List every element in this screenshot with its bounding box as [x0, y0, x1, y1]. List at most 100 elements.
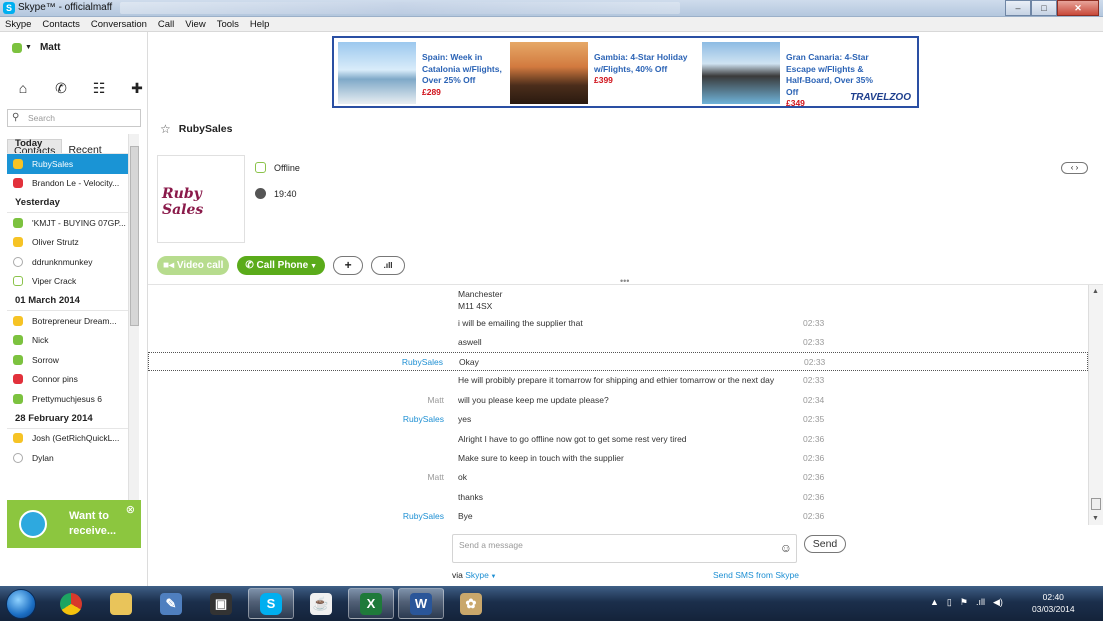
taskbar-clock[interactable]: 02:40 03/03/2014: [1032, 591, 1075, 615]
message-time: 02:33: [803, 337, 825, 347]
close-button[interactable]: ✕: [1057, 0, 1099, 16]
message-row[interactable]: Matt ok 02:36: [148, 468, 1088, 487]
contact-item[interactable]: Brandon Le - Velocity...: [7, 174, 128, 194]
scroll-down-icon[interactable]: ▼: [1092, 515, 1099, 522]
scroll-up-icon[interactable]: ▲: [1092, 288, 1099, 295]
message-row[interactable]: aswell 02:33: [148, 333, 1088, 352]
skype-taskbar-button[interactable]: S: [248, 588, 294, 619]
flag-icon[interactable]: ⚑: [960, 597, 968, 608]
message-row[interactable]: Matt will you please keep me update pleas…: [148, 391, 1088, 410]
word-taskbar-button[interactable]: W: [398, 588, 444, 619]
paint-taskbar-button[interactable]: ✎: [148, 588, 194, 619]
message-time: 02:36: [803, 453, 825, 463]
ad-image: [510, 42, 588, 104]
message-text: i will be emailing the supplier that: [458, 318, 583, 328]
contact-item[interactable]: Botrepreneur Dream...: [7, 311, 128, 331]
unknown-status-icon: [13, 452, 23, 463]
search-input[interactable]: ⚲ Search: [7, 109, 141, 127]
chat-scrollbar[interactable]: ▲ ▼: [1088, 285, 1103, 525]
explorer-taskbar-button[interactable]: [98, 588, 144, 619]
menu-call[interactable]: Call: [158, 17, 174, 31]
menu-conversation[interactable]: Conversation: [91, 17, 147, 31]
contact-item[interactable]: Dylan: [7, 448, 128, 468]
clock-date: 03/03/2014: [1032, 604, 1075, 614]
message-row[interactable]: Alright I have to go offline now got to …: [148, 430, 1088, 449]
volume-icon[interactable]: ◀): [993, 597, 1003, 608]
call-phone-label: Call Phone: [256, 260, 309, 271]
profile-nav-arrows[interactable]: ‹ ›: [1061, 162, 1088, 174]
contact-item[interactable]: Josh (GetRichQuickL...: [7, 429, 128, 449]
home-icon[interactable]: ⌂: [12, 80, 34, 97]
start-button[interactable]: [6, 589, 36, 619]
ad-banner[interactable]: Spain: Week in Catalonia w/Flights, Over…: [332, 36, 919, 108]
message-row[interactable]: RubySales Bye 02:36: [148, 507, 1088, 523]
menu-tools[interactable]: Tools: [217, 17, 239, 31]
excel-taskbar-button[interactable]: X: [348, 588, 394, 619]
contact-item[interactable]: 'KMJT - BUYING 07GP...: [7, 213, 128, 233]
signal-quality-icon[interactable]: .ıll: [371, 256, 406, 275]
menu-view[interactable]: View: [185, 17, 205, 31]
contact-item[interactable]: ddrunknmunkey: [7, 252, 128, 272]
java-taskbar-button[interactable]: ☕: [298, 588, 344, 619]
user-status-menu[interactable]: ▼ Matt: [12, 42, 61, 53]
chevron-down-icon[interactable]: ▼: [489, 574, 497, 580]
word-icon: W: [410, 592, 432, 615]
menu-skype[interactable]: Skype: [5, 17, 31, 31]
dnd-status-icon: [13, 374, 23, 385]
contact-item[interactable]: Oliver Strutz: [7, 233, 128, 253]
menu-help[interactable]: Help: [250, 17, 270, 31]
contact-item[interactable]: Connor pins: [7, 370, 128, 390]
phone-icon[interactable]: ✆: [50, 80, 72, 97]
video-call-button[interactable]: ■◂ Video call: [157, 256, 230, 275]
contact-item[interactable]: Viper Crack: [7, 272, 128, 292]
chrome-taskbar-button[interactable]: [48, 588, 94, 619]
add-button[interactable]: +: [333, 256, 364, 275]
minimize-button[interactable]: –: [1005, 0, 1031, 16]
java-icon: ☕: [310, 592, 332, 615]
message-row[interactable]: RubySales Okay 02:33: [148, 352, 1088, 371]
maximize-button[interactable]: □: [1031, 0, 1057, 16]
promo-banner[interactable]: Want to receive... ⊗: [7, 500, 141, 548]
send-button[interactable]: Send: [804, 535, 846, 553]
offline-status-icon: [255, 162, 266, 173]
message-row[interactable]: thanks 02:36: [148, 488, 1088, 507]
contact-name: Connor pins: [32, 374, 78, 385]
contact-name: Nick: [32, 335, 49, 346]
add-contact-icon[interactable]: ✚: [126, 80, 148, 97]
avatar[interactable]: Ruby Sales: [157, 155, 245, 243]
contact-item[interactable]: RubySales: [7, 154, 128, 174]
background-window-tabs: [120, 2, 680, 14]
message-time: 02:36: [803, 511, 825, 521]
contact-item[interactable]: Prettymuchjesus 6: [7, 389, 128, 409]
message-sender: Matt: [427, 472, 444, 482]
contacts-group-icon[interactable]: ☷: [88, 80, 110, 97]
clock-icon: [255, 188, 266, 199]
device-icon[interactable]: ▯: [947, 597, 952, 608]
message-time: 02:33: [803, 375, 825, 385]
send-sms-link[interactable]: Send SMS from Skype: [713, 570, 799, 580]
message-text: yes: [458, 414, 472, 424]
scroll-thumb[interactable]: [1091, 498, 1101, 510]
message-row[interactable]: RubySales yes 02:35: [148, 410, 1088, 429]
scroll-thumb[interactable]: [130, 146, 139, 326]
message-row[interactable]: i will be emailing the supplier that 02:3…: [148, 314, 1088, 333]
contact-item[interactable]: Nick: [7, 331, 128, 351]
message-row[interactable]: Make sure to keep in touch with the supp…: [148, 449, 1088, 468]
window-title: Skype™ - officialmaff: [18, 2, 113, 13]
message-text: thanks: [458, 492, 484, 502]
via-skype-link[interactable]: Skype: [465, 570, 489, 580]
network-signal-icon[interactable]: .ıll: [976, 597, 985, 608]
contact-list-scrollbar[interactable]: [128, 134, 139, 522]
call-phone-button[interactable]: ✆ Call Phone ▼: [237, 256, 326, 275]
menu-contacts[interactable]: Contacts: [42, 17, 80, 31]
show-hidden-icons-icon[interactable]: ▲: [930, 597, 939, 608]
media-taskbar-button[interactable]: ▣: [198, 588, 244, 619]
message-input[interactable]: Send a message ☺: [452, 534, 797, 563]
paint-palette-taskbar-button[interactable]: ✿: [448, 588, 494, 619]
contact-item[interactable]: Sorrow: [7, 350, 128, 370]
close-icon[interactable]: ⊗: [126, 503, 135, 516]
star-icon[interactable]: ☆: [160, 122, 171, 136]
message-row[interactable]: He will probibly prepare it tomarrow for…: [148, 371, 1088, 390]
emoticon-icon[interactable]: ☺: [780, 541, 792, 555]
contact-name: ddrunknmunkey: [32, 256, 93, 267]
